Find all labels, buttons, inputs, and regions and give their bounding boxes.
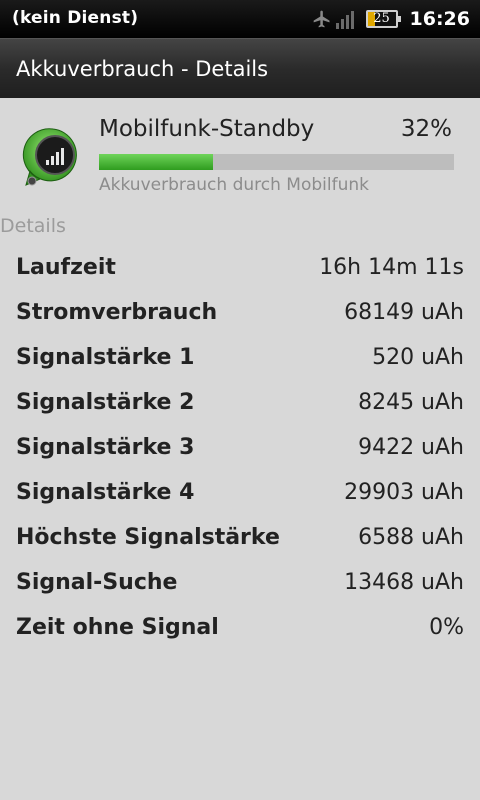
page-title: Akkuverbrauch - Details: [16, 57, 269, 81]
detail-value: 0%: [429, 615, 464, 640]
usage-percent: 32%: [400, 116, 452, 142]
detail-row-signal-2: Signalstärke 2 8245 uAh: [0, 381, 480, 426]
detail-value: 29903 uAh: [344, 480, 464, 505]
clock: 16:26: [409, 8, 470, 30]
details-list: Laufzeit 16h 14m 11s Stromverbrauch 6814…: [0, 246, 480, 651]
detail-row-runtime: Laufzeit 16h 14m 11s: [0, 246, 480, 291]
usage-name: Mobilfunk-Standby: [99, 116, 315, 142]
signal-strength-icon: [335, 9, 356, 29]
detail-label: Signalstärke 2: [16, 390, 195, 415]
detail-row-highest-signal: Höchste Signalstärke 6588 uAh: [0, 516, 480, 561]
detail-value: 9422 uAh: [358, 435, 464, 460]
usage-progress-fill: [99, 154, 213, 170]
detail-value: 8245 uAh: [358, 390, 464, 415]
details-header: Details: [0, 215, 66, 237]
detail-value: 6588 uAh: [358, 525, 464, 550]
detail-row-signal-1: Signalstärke 1 520 uAh: [0, 336, 480, 381]
cell-signal-icon: [22, 128, 77, 186]
detail-row-signal-4: Signalstärke 4 29903 uAh: [0, 471, 480, 516]
detail-value: 13468 uAh: [344, 570, 464, 595]
detail-row-signal-3: Signalstärke 3 9422 uAh: [0, 426, 480, 471]
usage-subtitle: Akkuverbrauch durch Mobilfunk: [99, 175, 369, 195]
usage-progress-bar: [99, 154, 454, 170]
detail-label: Laufzeit: [16, 255, 116, 280]
detail-value: 16h 14m 11s: [319, 255, 464, 280]
detail-label: Signalstärke 4: [16, 480, 195, 505]
detail-row-no-signal: Zeit ohne Signal 0%: [0, 606, 480, 651]
title-bar: Akkuverbrauch - Details: [0, 38, 480, 98]
carrier-label: (kein Dienst): [12, 8, 139, 28]
battery-icon: 25: [365, 10, 401, 28]
detail-row-signal-search: Signal-Suche 13468 uAh: [0, 561, 480, 606]
detail-label: Signalstärke 3: [16, 435, 195, 460]
detail-label: Signalstärke 1: [16, 345, 195, 370]
battery-level: 25: [373, 11, 390, 26]
detail-value: 68149 uAh: [344, 300, 464, 325]
detail-label: Signal-Suche: [16, 570, 178, 595]
detail-label: Zeit ohne Signal: [16, 615, 219, 640]
detail-row-power: Stromverbrauch 68149 uAh: [0, 291, 480, 336]
detail-label: Höchste Signalstärke: [16, 525, 280, 550]
detail-value: 520 uAh: [372, 345, 464, 370]
airplane-icon: [313, 10, 330, 28]
status-bar: (kein Dienst) 25 16:26: [0, 0, 480, 38]
detail-label: Stromverbrauch: [16, 300, 218, 325]
status-icons: 25 16:26: [312, 6, 470, 32]
